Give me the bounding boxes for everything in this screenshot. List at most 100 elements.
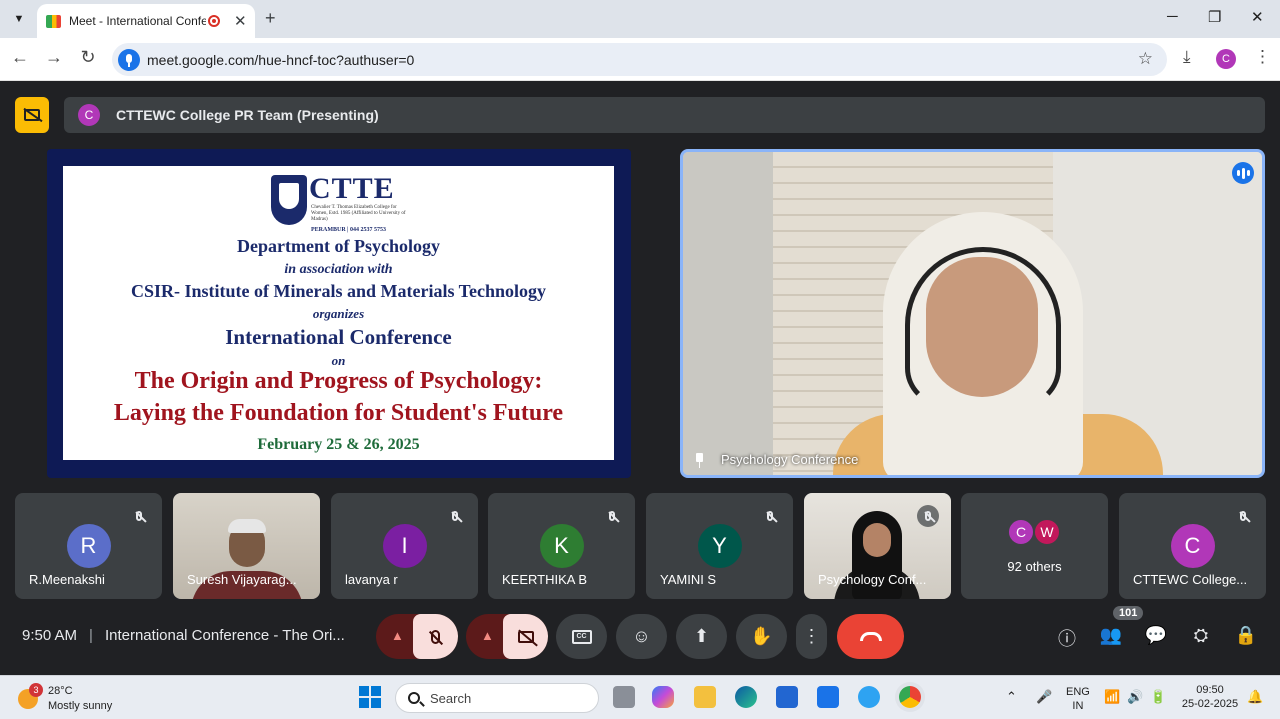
participant-avatar: C	[1170, 524, 1215, 568]
headset-icon	[905, 247, 1061, 407]
others-avatars: C W	[1007, 518, 1067, 548]
video-background	[683, 152, 773, 475]
address-bar[interactable]: meet.google.com/hue-hncf-toc?authuser=0 …	[112, 43, 1167, 76]
microphone-active-icon[interactable]	[118, 48, 140, 71]
slide-date: February 25 & 26, 2025	[257, 436, 420, 453]
task-view-icon[interactable]	[613, 686, 635, 708]
forward-arrow-icon[interactable]: →	[42, 47, 66, 68]
url-text[interactable]: meet.google.com/hue-hncf-toc?authuser=0	[147, 52, 414, 68]
raise-hand-button[interactable]: ✋	[736, 614, 787, 659]
minimize-button[interactable]: ─	[1167, 8, 1178, 25]
hide-presentation-icon[interactable]	[15, 97, 49, 133]
window-close-button[interactable]: ✕	[1251, 8, 1264, 26]
participant-name: R.Meenakshi	[29, 572, 105, 587]
mcafee-app-icon[interactable]	[817, 686, 839, 708]
volume-icon[interactable]: 🔊	[1127, 689, 1143, 705]
college-logo: CTTE Chevalier T. Thomas Elizabeth Colle…	[271, 172, 411, 233]
turn-on-camera-button[interactable]	[503, 614, 548, 659]
weather-sun-icon: 3	[18, 683, 43, 709]
language-code: ENG	[1066, 686, 1090, 698]
host-controls-icon[interactable]: 🔒	[1234, 625, 1258, 646]
show-hidden-icons-chevron-icon[interactable]: ⌃	[1006, 689, 1017, 705]
clock-time: 09:50	[1196, 684, 1224, 696]
reload-icon[interactable]: ↻	[76, 47, 100, 68]
microsoft-store-icon[interactable]	[776, 686, 798, 708]
participant-tile[interactable]: R R.Meenakshi	[15, 493, 162, 599]
edge-browser-icon[interactable]	[735, 686, 757, 708]
restore-button[interactable]: ❐	[1208, 8, 1221, 26]
activities-icon[interactable]: ⛭	[1189, 625, 1213, 646]
chrome-browser-icon[interactable]	[899, 686, 921, 708]
present-screen-icon: ⬆	[693, 626, 710, 646]
reactions-button[interactable]: ☺	[616, 614, 667, 659]
profile-avatar[interactable]: C	[1216, 49, 1236, 69]
more-options-button[interactable]: ⋮	[796, 614, 827, 659]
download-icon[interactable]: ⤓	[1183, 47, 1191, 67]
unmute-button[interactable]	[413, 614, 458, 659]
present-button[interactable]: ⬆	[676, 614, 727, 659]
captions-button[interactable]: CC	[556, 614, 607, 659]
presenting-bar: C CTTEWC College PR Team (Presenting)	[64, 97, 1265, 133]
video-options-chevron-icon[interactable]: ▲	[481, 628, 494, 643]
speaking-indicator-icon	[1232, 162, 1254, 184]
camera-off-icon	[517, 630, 534, 643]
slide-title-line1: The Origin and Progress of Psychology:	[134, 368, 543, 394]
wifi-icon[interactable]: 📶	[1104, 689, 1120, 705]
system-clock[interactable]: 09:50 25-02-2025	[1178, 683, 1242, 711]
new-tab-button[interactable]: +	[265, 8, 276, 29]
browser-tab-meet[interactable]: Meet - International Confer ✕	[37, 4, 255, 38]
participant-name: Psychology Conf...	[818, 572, 927, 587]
meeting-details-icon[interactable]: ⓘ	[1055, 625, 1079, 651]
participant-count-badge: 101	[1113, 606, 1144, 620]
copilot-icon[interactable]	[652, 686, 674, 708]
microphone-in-use-icon[interactable]: 🎤	[1036, 689, 1052, 705]
participant-avatar: I	[382, 524, 427, 568]
slide-on: on	[331, 353, 346, 368]
participant-name: CTTEWC College...	[1133, 572, 1248, 587]
participant-tile[interactable]: Suresh Vijayarag...	[173, 493, 320, 599]
logo-location: PERAMBUR | 044 2537 5753	[311, 227, 386, 233]
help-app-icon[interactable]	[858, 686, 880, 708]
captions-icon: CC	[571, 629, 592, 644]
weather-badge: 3	[29, 683, 43, 697]
back-arrow-icon[interactable]: ←	[8, 47, 32, 68]
hangup-icon	[859, 632, 882, 641]
battery-icon[interactable]: 🔋	[1150, 689, 1166, 705]
browser-menu-icon[interactable]: ⋮	[1254, 47, 1271, 67]
tab-search-chevron-icon[interactable]: ▼	[8, 8, 30, 30]
start-windows-icon[interactable]	[359, 686, 381, 708]
file-explorer-icon[interactable]	[694, 686, 716, 708]
meet-favicon-icon	[46, 14, 61, 28]
muted-mic-icon	[1232, 505, 1254, 527]
leave-call-button[interactable]	[837, 614, 904, 659]
chat-icon[interactable]: 💬	[1144, 625, 1168, 646]
weather-condition: Mostly sunny	[48, 700, 113, 712]
people-icon[interactable]: 👥	[1099, 625, 1123, 646]
participant-tile[interactable]: K KEERTHIKA B	[488, 493, 635, 599]
active-speaker-tile[interactable]: Psychology Conference	[680, 149, 1265, 478]
audio-options-chevron-icon[interactable]: ▲	[391, 628, 404, 643]
muted-mic-icon	[917, 505, 939, 527]
presenter-avatar: C	[78, 104, 100, 126]
bookmark-star-icon[interactable]: ☆	[1138, 49, 1153, 69]
weather-widget[interactable]: 3 28°C Mostly sunny	[18, 683, 113, 714]
participant-tile[interactable]: C CTTEWC College...	[1119, 493, 1266, 599]
taskbar-search[interactable]: Search	[395, 683, 599, 713]
emoji-icon: ☺	[632, 626, 651, 646]
tab-close-icon[interactable]: ✕	[234, 12, 247, 30]
slide-csir: CSIR- Institute of Minerals and Material…	[130, 281, 546, 301]
participant-tile[interactable]: I lavanya r	[331, 493, 478, 599]
others-count: 92 others	[1007, 559, 1062, 574]
notification-bell-icon[interactable]: 🔔	[1247, 689, 1263, 705]
slide-conference: International Conference	[225, 325, 452, 349]
language-indicator[interactable]: ENG IN	[1066, 685, 1090, 713]
participant-avatar: C	[1007, 518, 1035, 546]
tab-title: Meet - International Confer	[69, 14, 206, 28]
logo-subtitle: Chevalier T. Thomas Elizabeth College fo…	[311, 205, 406, 222]
participant-tile[interactable]: Psychology Conf...	[804, 493, 951, 599]
pin-icon[interactable]	[693, 452, 707, 468]
participant-name: lavanya r	[345, 572, 398, 587]
participant-tile[interactable]: Y YAMINI S	[646, 493, 793, 599]
meeting-title[interactable]: International Conference - The Ori...	[105, 627, 345, 644]
others-tile[interactable]: C W 92 others	[961, 493, 1108, 599]
